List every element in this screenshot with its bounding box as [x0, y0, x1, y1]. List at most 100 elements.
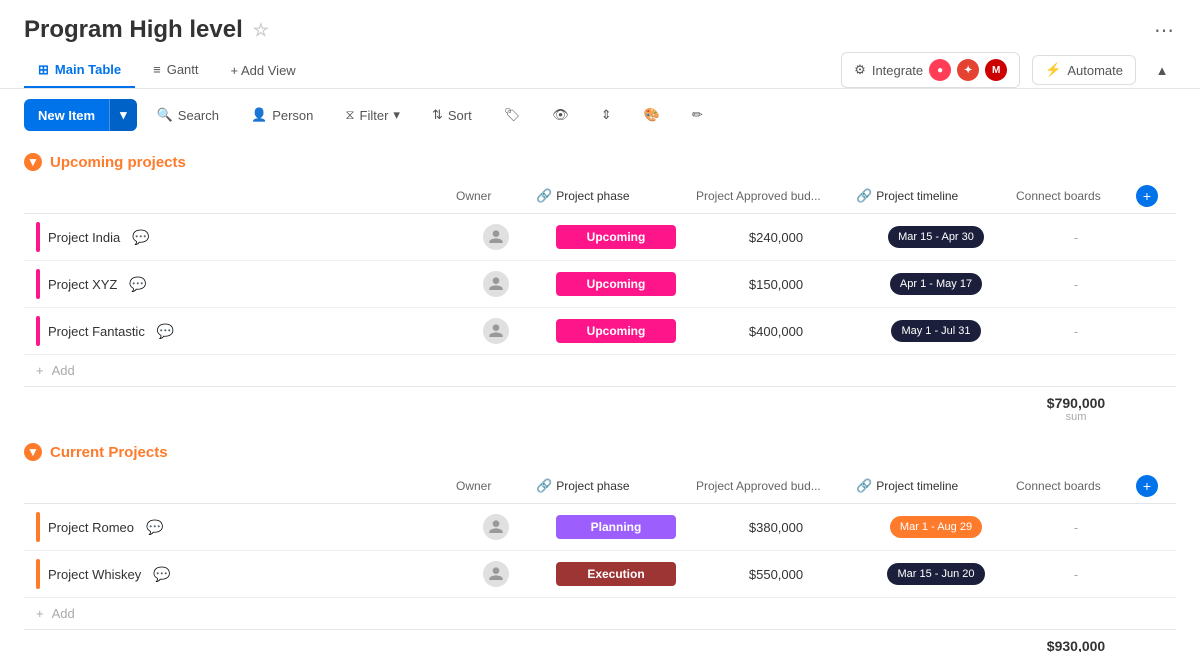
timeline-cell: Mar 15 - Apr 30 — [856, 226, 1016, 248]
timeline-badge: Apr 1 - May 17 — [890, 273, 982, 295]
timeline-cell: Mar 1 - Aug 29 — [856, 516, 1016, 538]
comment-icon[interactable]: 💬 — [146, 519, 163, 536]
budget-cell: $400,000 — [696, 324, 856, 339]
avatar — [483, 271, 509, 297]
app-header: Program High level ☆ ⋯ ⊞ Main Table ≡ Ga… — [0, 0, 1200, 141]
row-height-icon: ⇕ — [601, 107, 612, 123]
more-icon[interactable]: ⋯ — [1154, 18, 1176, 43]
edit-icon: ✏ — [692, 107, 703, 123]
row-indicator — [36, 222, 40, 252]
phase-link-icon: 🔗 — [536, 478, 552, 494]
timeline-badge: Mar 15 - Apr 30 — [888, 226, 984, 248]
avatar — [483, 514, 509, 540]
phase-cell: Upcoming — [536, 319, 696, 343]
row-indicator — [36, 559, 40, 589]
col-header-owner: Owner — [456, 189, 536, 203]
main-content: ▼ Upcoming projects Owner 🔗 Project phas… — [0, 141, 1200, 652]
integrate-button[interactable]: ⚙ Integrate ● ✦ M — [841, 52, 1020, 88]
sum-row-current: $930,000 sum — [24, 629, 1176, 652]
timeline-cell: Apr 1 - May 17 — [856, 273, 1016, 295]
avatar — [483, 224, 509, 250]
star-icon[interactable]: ☆ — [253, 20, 269, 41]
edit-button[interactable]: ✏ — [680, 101, 715, 129]
add-icon: + — [36, 363, 44, 378]
search-button[interactable]: 🔍 Search — [145, 101, 231, 129]
phase-badge: Upcoming — [556, 272, 676, 296]
collapse-button[interactable]: ▲ — [1148, 56, 1176, 84]
phase-cell: Execution — [536, 562, 696, 586]
group-title-upcoming: Upcoming projects — [50, 154, 186, 171]
col-header-budget: Project Approved bud... — [696, 479, 856, 493]
gantt-icon: ≡ — [153, 62, 161, 77]
timeline-badge: May 1 - Jul 31 — [891, 320, 980, 342]
group-upcoming: ▼ Upcoming projects Owner 🔗 Project phas… — [0, 141, 1200, 431]
col-header-add[interactable]: + — [1136, 185, 1176, 207]
avatar — [483, 318, 509, 344]
sum-value: $790,000 — [1016, 395, 1136, 411]
comment-icon[interactable]: 💬 — [153, 566, 170, 583]
filter-button[interactable]: ⧖ Filter ▾ — [333, 101, 412, 129]
new-item-dropdown-arrow[interactable]: ▾ — [109, 99, 137, 131]
hide-button[interactable]: 👁 — [540, 101, 581, 129]
col-header-phase: 🔗 Project phase — [536, 188, 696, 204]
new-item-button[interactable]: New Item ▾ — [24, 99, 137, 131]
phase-badge: Execution — [556, 562, 676, 586]
page-title: Program High level — [24, 16, 243, 44]
row-cell-name: Project Romeo 💬 — [24, 504, 456, 550]
add-row-button[interactable]: + Add — [24, 598, 1176, 629]
tag-icon-button[interactable]: 🏷 — [492, 101, 533, 129]
owner-cell — [456, 224, 536, 250]
comment-icon[interactable]: 💬 — [132, 229, 149, 246]
row-cell-name: Project India 💬 — [24, 214, 456, 260]
tab-main-table[interactable]: ⊞ Main Table — [24, 54, 135, 88]
col-header-phase: 🔗 Project phase — [536, 478, 696, 494]
hide-icon: 👁 — [552, 107, 569, 123]
owner-cell — [456, 318, 536, 344]
connect-cell: - — [1016, 277, 1136, 292]
connect-cell: - — [1016, 230, 1136, 245]
sort-button[interactable]: ⇅ Sort — [420, 101, 484, 129]
table-row: Project Fantastic 💬 Upcoming $400,000 Ma… — [24, 308, 1176, 355]
phase-link-icon: 🔗 — [536, 188, 552, 204]
tag-icon: 🏷 — [504, 107, 521, 123]
row-cell-name: Project Fantastic 💬 — [24, 308, 456, 354]
tab-gantt[interactable]: ≡ Gantt — [139, 54, 212, 87]
group-title-current: Current Projects — [50, 444, 168, 461]
add-icon: + — [36, 606, 44, 621]
col-header-owner: Owner — [456, 479, 536, 493]
row-indicator — [36, 512, 40, 542]
group-header-current: ▼ Current Projects — [0, 431, 1200, 469]
col-header-add[interactable]: + — [1136, 475, 1176, 497]
add-row-button[interactable]: + Add — [24, 355, 1176, 386]
timeline-cell: May 1 - Jul 31 — [856, 320, 1016, 342]
person-icon: 👤 — [251, 107, 267, 123]
group-toggle-upcoming[interactable]: ▼ — [24, 153, 42, 171]
timeline-cell: Mar 15 - Jun 20 — [856, 563, 1016, 585]
timeline-link-icon: 🔗 — [856, 188, 872, 204]
automate-button[interactable]: ⚡ Automate — [1032, 55, 1136, 85]
budget-cell: $240,000 — [696, 230, 856, 245]
row-indicator — [36, 269, 40, 299]
budget-cell: $550,000 — [696, 567, 856, 582]
table-header-upcoming: Owner 🔗 Project phase Project Approved b… — [24, 179, 1176, 214]
sort-icon: ⇅ — [432, 107, 443, 123]
phase-badge: Planning — [556, 515, 676, 539]
comment-icon[interactable]: 💬 — [157, 323, 174, 340]
row-cell-name: Project Whiskey 💬 — [24, 551, 456, 597]
phase-cell: Upcoming — [536, 272, 696, 296]
comment-icon[interactable]: 💬 — [129, 276, 146, 293]
col-header-timeline: 🔗 Project timeline — [856, 188, 1016, 204]
table-row: Project India 💬 Upcoming $240,000 Mar 15… — [24, 214, 1176, 261]
color-button[interactable]: 🎨 — [632, 101, 672, 129]
connect-cell: - — [1016, 567, 1136, 582]
col-header-connect: Connect boards — [1016, 189, 1136, 203]
table-row: Project Romeo 💬 Planning $380,000 Mar 1 … — [24, 504, 1176, 551]
table-row: Project Whiskey 💬 Execution $550,000 Mar… — [24, 551, 1176, 598]
row-height-button[interactable]: ⇕ — [589, 101, 624, 129]
color-icon: 🎨 — [644, 107, 660, 123]
table-header-current: Owner 🔗 Project phase Project Approved b… — [24, 469, 1176, 504]
group-toggle-current[interactable]: ▼ — [24, 443, 42, 461]
add-view-button[interactable]: + Add View — [217, 55, 310, 86]
person-button[interactable]: 👤 Person — [239, 101, 325, 129]
integrate-icon: ⚙ — [854, 62, 866, 78]
